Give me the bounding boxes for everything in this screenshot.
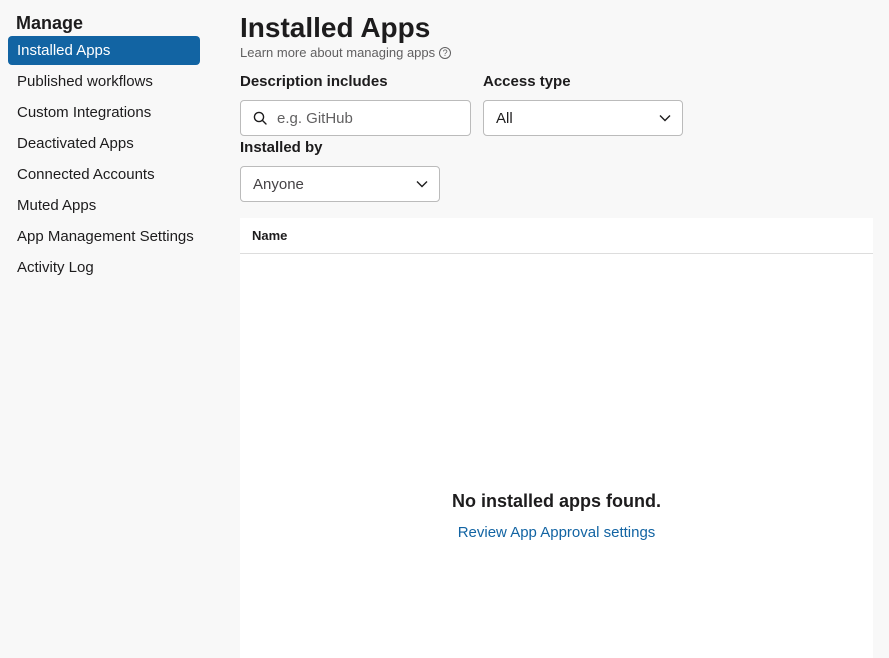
sidebar-item-deactivated-apps[interactable]: Deactivated Apps <box>8 129 200 158</box>
sidebar-item-muted-apps[interactable]: Muted Apps <box>8 191 200 220</box>
access-type-select[interactable]: All <box>483 100 683 136</box>
description-label: Description includes <box>240 73 388 90</box>
installed-by-select[interactable]: Anyone <box>240 166 440 202</box>
sidebar-item-activity-log[interactable]: Activity Log <box>8 253 200 282</box>
sidebar: Manage Installed Apps Published workflow… <box>0 0 220 648</box>
installed-by-label: Installed by <box>240 139 323 156</box>
search-icon <box>253 111 267 125</box>
sidebar-item-connected-accounts[interactable]: Connected Accounts <box>8 160 200 189</box>
chevron-down-icon <box>659 115 671 122</box>
sidebar-title: Manage <box>16 13 84 33</box>
empty-state-title: No installed apps found. <box>451 491 661 511</box>
apps-table: Name No installed apps found. Review App… <box>240 218 873 658</box>
learn-more-link[interactable]: Learn more about managing apps ? <box>240 45 452 60</box>
chevron-down-icon <box>416 181 428 188</box>
sidebar-item-published-workflows[interactable]: Published workflows <box>8 67 200 96</box>
installed-by-value: Anyone <box>253 175 304 193</box>
learn-more-label: Learn more about managing apps <box>240 45 436 60</box>
access-type-label: Access type <box>483 73 571 90</box>
table-header-name: Name <box>240 218 873 254</box>
description-search-input[interactable] <box>277 109 447 127</box>
sidebar-item-app-management-settings[interactable]: App Management Settings <box>8 222 200 251</box>
page-title: Installed Apps <box>240 12 431 43</box>
help-icon: ? <box>439 46 452 59</box>
review-app-approval-link[interactable]: Review App Approval settings <box>240 524 873 541</box>
sidebar-item-installed-apps[interactable]: Installed Apps <box>8 36 200 65</box>
access-type-value: All <box>496 109 513 127</box>
sidebar-item-custom-integrations[interactable]: Custom Integrations <box>8 98 200 127</box>
description-search-field[interactable] <box>240 100 471 136</box>
